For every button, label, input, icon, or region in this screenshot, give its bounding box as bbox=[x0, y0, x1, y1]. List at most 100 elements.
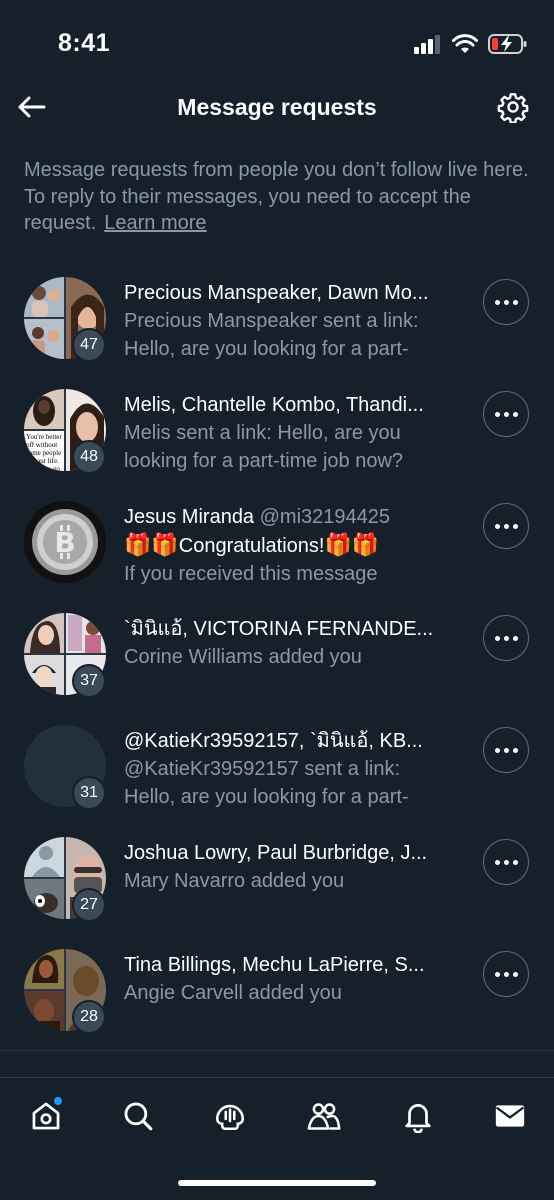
search-icon bbox=[124, 1102, 153, 1131]
home-indicator[interactable] bbox=[178, 1180, 376, 1186]
wifi-icon bbox=[452, 34, 478, 53]
more-horizontal-icon bbox=[494, 635, 518, 641]
more-options-button[interactable] bbox=[483, 615, 529, 661]
learn-more-link[interactable]: Learn more bbox=[104, 212, 206, 234]
message-preview-line-1: Corine Williams added you bbox=[124, 646, 362, 668]
status-bar: 8:41 bbox=[0, 0, 554, 88]
message-preview-line-1: Precious Manspeaker sent a link: bbox=[124, 310, 419, 332]
message-preview-line-2: Hello, are you looking for a part- bbox=[124, 338, 409, 360]
request-row[interactable]: B Jesus Miranda @mi32194425 🎁🎁Congratula… bbox=[0, 486, 554, 598]
notifications-icon bbox=[405, 1104, 431, 1133]
user-avatar: B bbox=[24, 501, 106, 583]
participant-photo bbox=[24, 949, 64, 989]
sender-handle: @mi32194425 bbox=[259, 506, 391, 528]
message-preview-line-2: looking for a part-time job now? bbox=[124, 450, 404, 472]
new-activity-dot bbox=[54, 1097, 62, 1105]
more-options-button[interactable] bbox=[483, 503, 529, 549]
status-icons bbox=[414, 33, 528, 55]
more-options-button[interactable] bbox=[483, 951, 529, 997]
participant-count-badge: 37 bbox=[72, 664, 106, 698]
more-options-button[interactable] bbox=[483, 727, 529, 773]
tab-home[interactable] bbox=[24, 1094, 68, 1138]
page-title: Message requests bbox=[177, 94, 377, 120]
message-preview-line-2: Hello, are you looking for a part- bbox=[124, 786, 409, 808]
message-preview-line-1: Angie Carvell added you bbox=[124, 982, 342, 1004]
settings-button[interactable] bbox=[496, 90, 530, 124]
conversation-title: Melis, Chantelle Kombo, Thandi... bbox=[124, 394, 424, 416]
conversation-title: Precious Manspeaker, Dawn Mo... bbox=[124, 282, 429, 304]
participant-photo bbox=[24, 991, 64, 1031]
message-preview-text: Congratulations! bbox=[178, 535, 325, 557]
meme-text: You're better off without some people in… bbox=[26, 433, 62, 471]
request-text: Jesus Miranda @mi32194425 🎁🎁Congratulati… bbox=[124, 503, 460, 588]
tab-messages[interactable] bbox=[488, 1094, 532, 1138]
message-preview-line-2: If you received this message bbox=[124, 563, 378, 585]
message-preview-line-1: Melis sent a link: Hello, are you bbox=[124, 422, 401, 444]
request-row[interactable]: 27 Joshua Lowry, Paul Burbridge, J... Ma… bbox=[0, 822, 554, 934]
tab-communities[interactable] bbox=[302, 1094, 346, 1138]
participant-count-badge: 27 bbox=[72, 888, 106, 922]
gift-emoji-icon: 🎁🎁 bbox=[124, 532, 179, 557]
more-horizontal-icon bbox=[494, 299, 518, 305]
participant-photo bbox=[66, 613, 106, 653]
bitcoin-coin-image: B bbox=[24, 501, 106, 583]
tab-search[interactable] bbox=[116, 1094, 160, 1138]
sender-name: Jesus Miranda bbox=[124, 506, 255, 528]
more-options-button[interactable] bbox=[483, 279, 529, 325]
participant-count-badge: 28 bbox=[72, 1000, 106, 1034]
cellular-signal-icon bbox=[414, 35, 440, 54]
messages-icon bbox=[495, 1105, 525, 1127]
request-list: 47 Precious Manspeaker, Dawn Mo... Preci… bbox=[0, 262, 554, 1046]
message-preview-line-1: @KatieKr39592157 sent a link: bbox=[124, 758, 401, 780]
conversation-title: Jesus Miranda @mi32194425 bbox=[124, 503, 460, 531]
request-text: Precious Manspeaker, Dawn Mo... Precious… bbox=[124, 279, 460, 363]
conversation-title: @KatieKr39592157, `มินิแอ้, KB... bbox=[124, 730, 423, 752]
participant-photo bbox=[24, 277, 64, 317]
tab-notifications[interactable] bbox=[396, 1094, 440, 1138]
more-horizontal-icon bbox=[494, 747, 518, 753]
request-row[interactable]: 31 @KatieKr39592157, `มินิแอ้, KB... @Ka… bbox=[0, 710, 554, 822]
request-row[interactable]: 37 `มินิแอ้, VICTORINA FERNANDE... Corin… bbox=[0, 598, 554, 710]
participant-count-badge: 47 bbox=[72, 328, 106, 362]
participant-photo bbox=[24, 613, 64, 653]
request-text: @KatieKr39592157, `มินิแอ้, KB... @Katie… bbox=[124, 727, 460, 811]
conversation-title: Tina Billings, Mechu LaPierre, S... bbox=[124, 954, 425, 976]
description: Message requests from people you don’t f… bbox=[24, 157, 534, 237]
request-row[interactable]: You're better off without some people in… bbox=[0, 374, 554, 486]
svg-text:B: B bbox=[54, 526, 75, 559]
participant-photo bbox=[24, 879, 64, 919]
communities-icon bbox=[307, 1103, 341, 1130]
more-horizontal-icon bbox=[494, 523, 518, 529]
status-time: 8:41 bbox=[58, 29, 111, 57]
more-horizontal-icon bbox=[494, 411, 518, 417]
message-preview-line-1: 🎁🎁Congratulations!🎁🎁 bbox=[124, 531, 460, 560]
participant-count-badge: 31 bbox=[72, 776, 106, 810]
more-options-button[interactable] bbox=[483, 391, 529, 437]
conversation-title: Joshua Lowry, Paul Burbridge, J... bbox=[124, 842, 428, 864]
meme-image: You're better off without some people in… bbox=[24, 431, 64, 471]
default-profile-icon bbox=[24, 837, 64, 877]
gear-icon bbox=[497, 93, 529, 123]
request-row[interactable]: 47 Precious Manspeaker, Dawn Mo... Preci… bbox=[0, 262, 554, 374]
header: Message requests bbox=[0, 86, 554, 130]
participant-photo bbox=[24, 655, 64, 695]
more-options-button[interactable] bbox=[483, 839, 529, 885]
participant-photo bbox=[24, 319, 64, 359]
more-horizontal-icon bbox=[494, 971, 518, 977]
request-text: Joshua Lowry, Paul Burbridge, J... Mary … bbox=[124, 839, 460, 895]
battery-low-charging-icon bbox=[488, 34, 527, 54]
request-row[interactable]: 28 Tina Billings, Mechu LaPierre, S... A… bbox=[0, 934, 554, 1046]
request-text: Tina Billings, Mechu LaPierre, S... Angi… bbox=[124, 951, 460, 1007]
request-text: Melis, Chantelle Kombo, Thandi... Melis … bbox=[124, 391, 460, 475]
conversation-title: `มินิแอ้, VICTORINA FERNANDE... bbox=[124, 618, 434, 640]
bottom-tab-bar bbox=[0, 1077, 554, 1153]
tab-spaces[interactable] bbox=[208, 1094, 252, 1138]
participant-count-badge: 48 bbox=[72, 440, 106, 474]
gift-emoji-icon: 🎁🎁 bbox=[324, 532, 380, 557]
description-text: Message requests from people you don’t f… bbox=[24, 159, 529, 234]
request-text: `มินิแอ้, VICTORINA FERNANDE... Corine W… bbox=[124, 615, 460, 671]
participant-photo bbox=[24, 389, 64, 429]
spaces-icon bbox=[215, 1104, 245, 1131]
message-preview-line-1: Mary Navarro added you bbox=[124, 870, 345, 892]
list-divider bbox=[0, 1050, 554, 1051]
